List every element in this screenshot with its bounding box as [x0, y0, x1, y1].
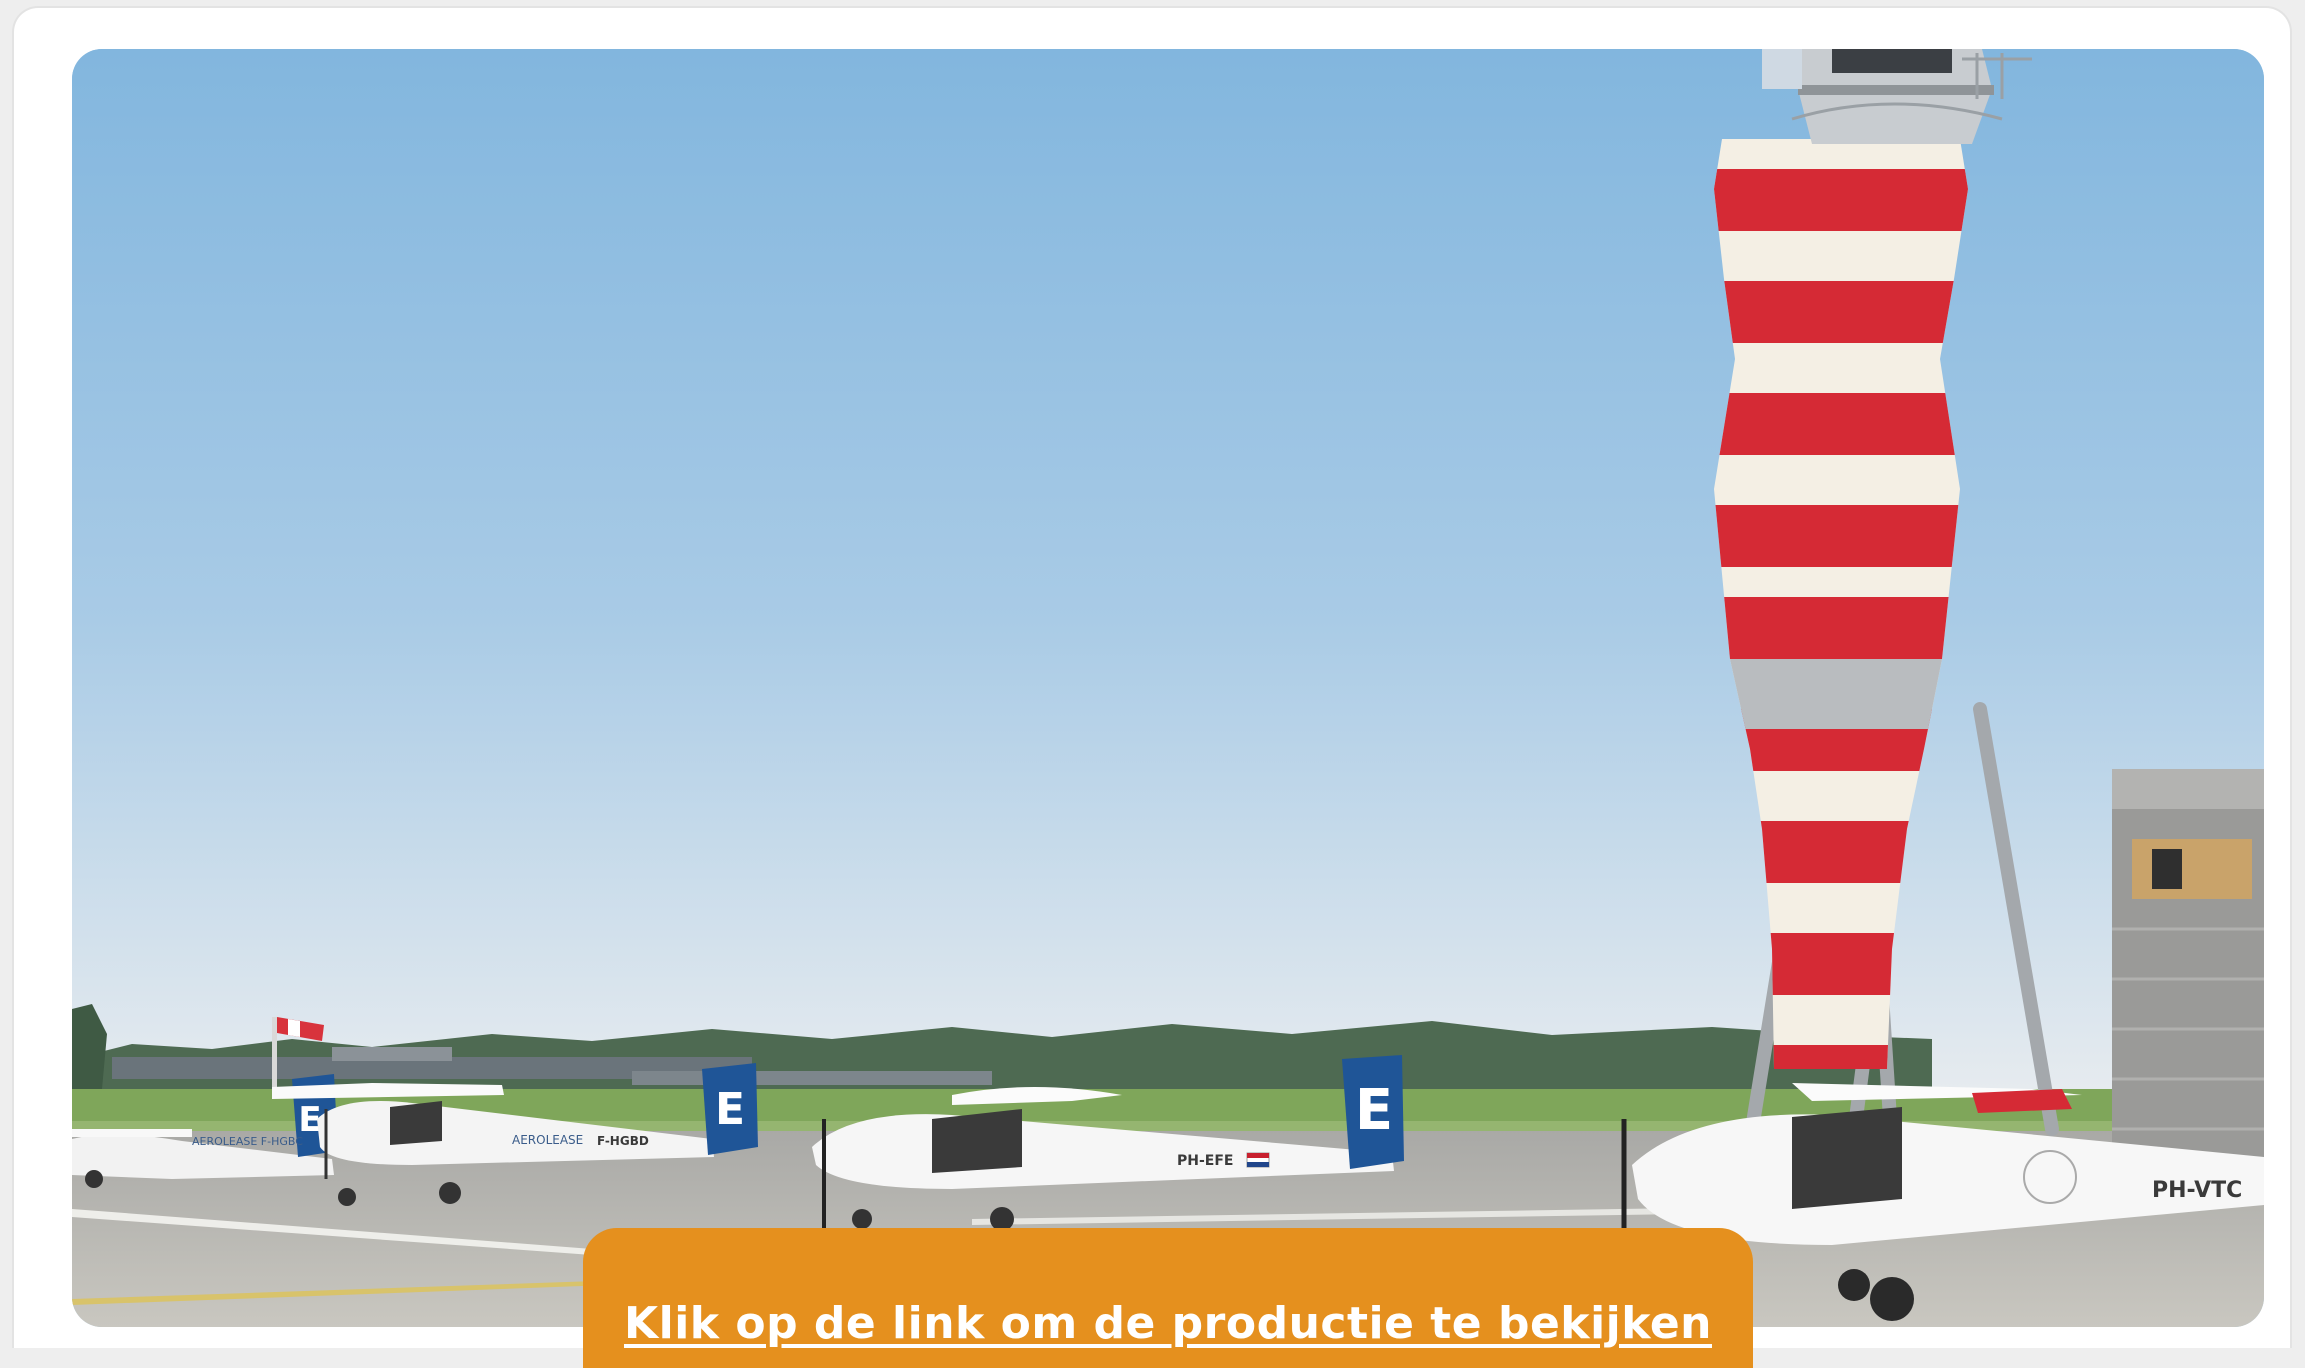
svg-text:F-HGBD: F-HGBD [597, 1134, 649, 1148]
svg-text:PH-VTC: PH-VTC [2152, 1178, 2242, 1203]
airfield-photo: E AEROLEASE F-HGBC E AEROLEASE F-HGBD E … [72, 49, 2264, 1327]
svg-text:PH-EFE: PH-EFE [1177, 1153, 1233, 1169]
svg-text:AEROLEASE F-HGBC: AEROLEASE F-HGBC [192, 1135, 303, 1148]
view-production-link[interactable]: Klik op de link om de productie te bekij… [624, 1298, 1712, 1349]
svg-text:E: E [715, 1084, 745, 1135]
cta-banner: Klik op de link om de productie te bekij… [583, 1228, 1753, 1368]
photo-illustration: E AEROLEASE F-HGBC E AEROLEASE F-HGBD E … [72, 49, 2264, 1327]
svg-text:AEROLEASE: AEROLEASE [512, 1133, 583, 1147]
content-card: E AEROLEASE F-HGBC E AEROLEASE F-HGBD E … [12, 6, 2292, 1368]
svg-text:E: E [1355, 1078, 1393, 1143]
